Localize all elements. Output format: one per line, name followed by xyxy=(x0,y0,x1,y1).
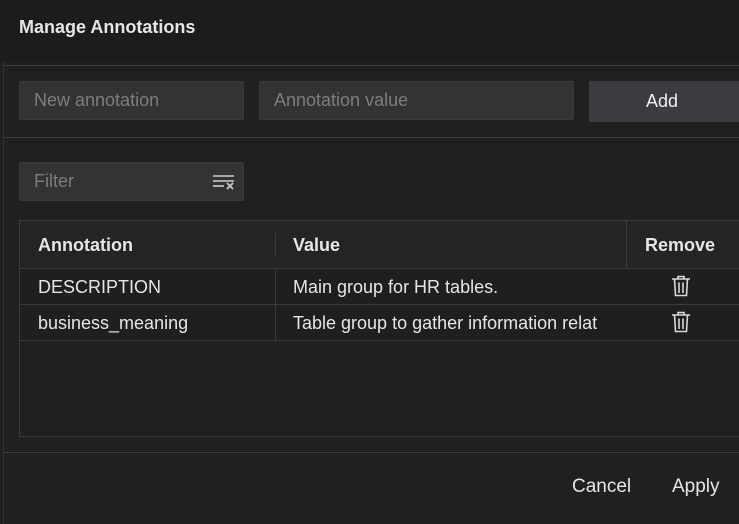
cancel-button[interactable]: Cancel xyxy=(572,476,631,498)
apply-button[interactable]: Apply xyxy=(672,476,720,498)
footer-divider xyxy=(4,452,739,453)
table-row[interactable]: business_meaning Table group to gather i… xyxy=(20,305,739,341)
filter-field xyxy=(19,162,244,201)
cell-separator xyxy=(275,305,276,340)
column-header-value[interactable]: Value xyxy=(293,235,340,256)
table-row[interactable]: DESCRIPTION Main group for HR tables. xyxy=(20,269,739,305)
annotation-value-input[interactable] xyxy=(259,81,574,120)
dialog-border xyxy=(3,62,4,524)
divider xyxy=(4,65,739,66)
add-button[interactable]: Add xyxy=(589,81,739,122)
annotation-name-cell: business_meaning xyxy=(38,313,189,333)
trash-icon[interactable] xyxy=(671,275,691,297)
cell-separator xyxy=(275,269,276,304)
filter-input[interactable] xyxy=(19,162,244,201)
column-header-remove: Remove xyxy=(645,235,716,255)
new-annotation-input[interactable] xyxy=(19,81,244,120)
trash-icon[interactable] xyxy=(671,311,691,333)
manage-annotations-dialog: Manage Annotations Add Annotation Value … xyxy=(0,0,739,524)
dialog-title: Manage Annotations xyxy=(19,17,196,37)
column-header-annotation[interactable]: Annotation xyxy=(38,235,133,256)
title-bar: Manage Annotations xyxy=(0,0,739,62)
column-separator[interactable] xyxy=(275,233,276,257)
annotation-name-cell: DESCRIPTION xyxy=(38,277,162,297)
annotation-value-cell: Main group for HR tables. xyxy=(293,277,499,297)
annotations-table: Annotation Value Remove DESCRIPTION Main… xyxy=(19,220,739,437)
clear-filter-icon[interactable] xyxy=(212,173,236,191)
table-header: Annotation Value Remove xyxy=(20,221,739,269)
divider xyxy=(4,137,739,138)
annotation-value-cell: Table group to gather information relat xyxy=(293,313,598,333)
